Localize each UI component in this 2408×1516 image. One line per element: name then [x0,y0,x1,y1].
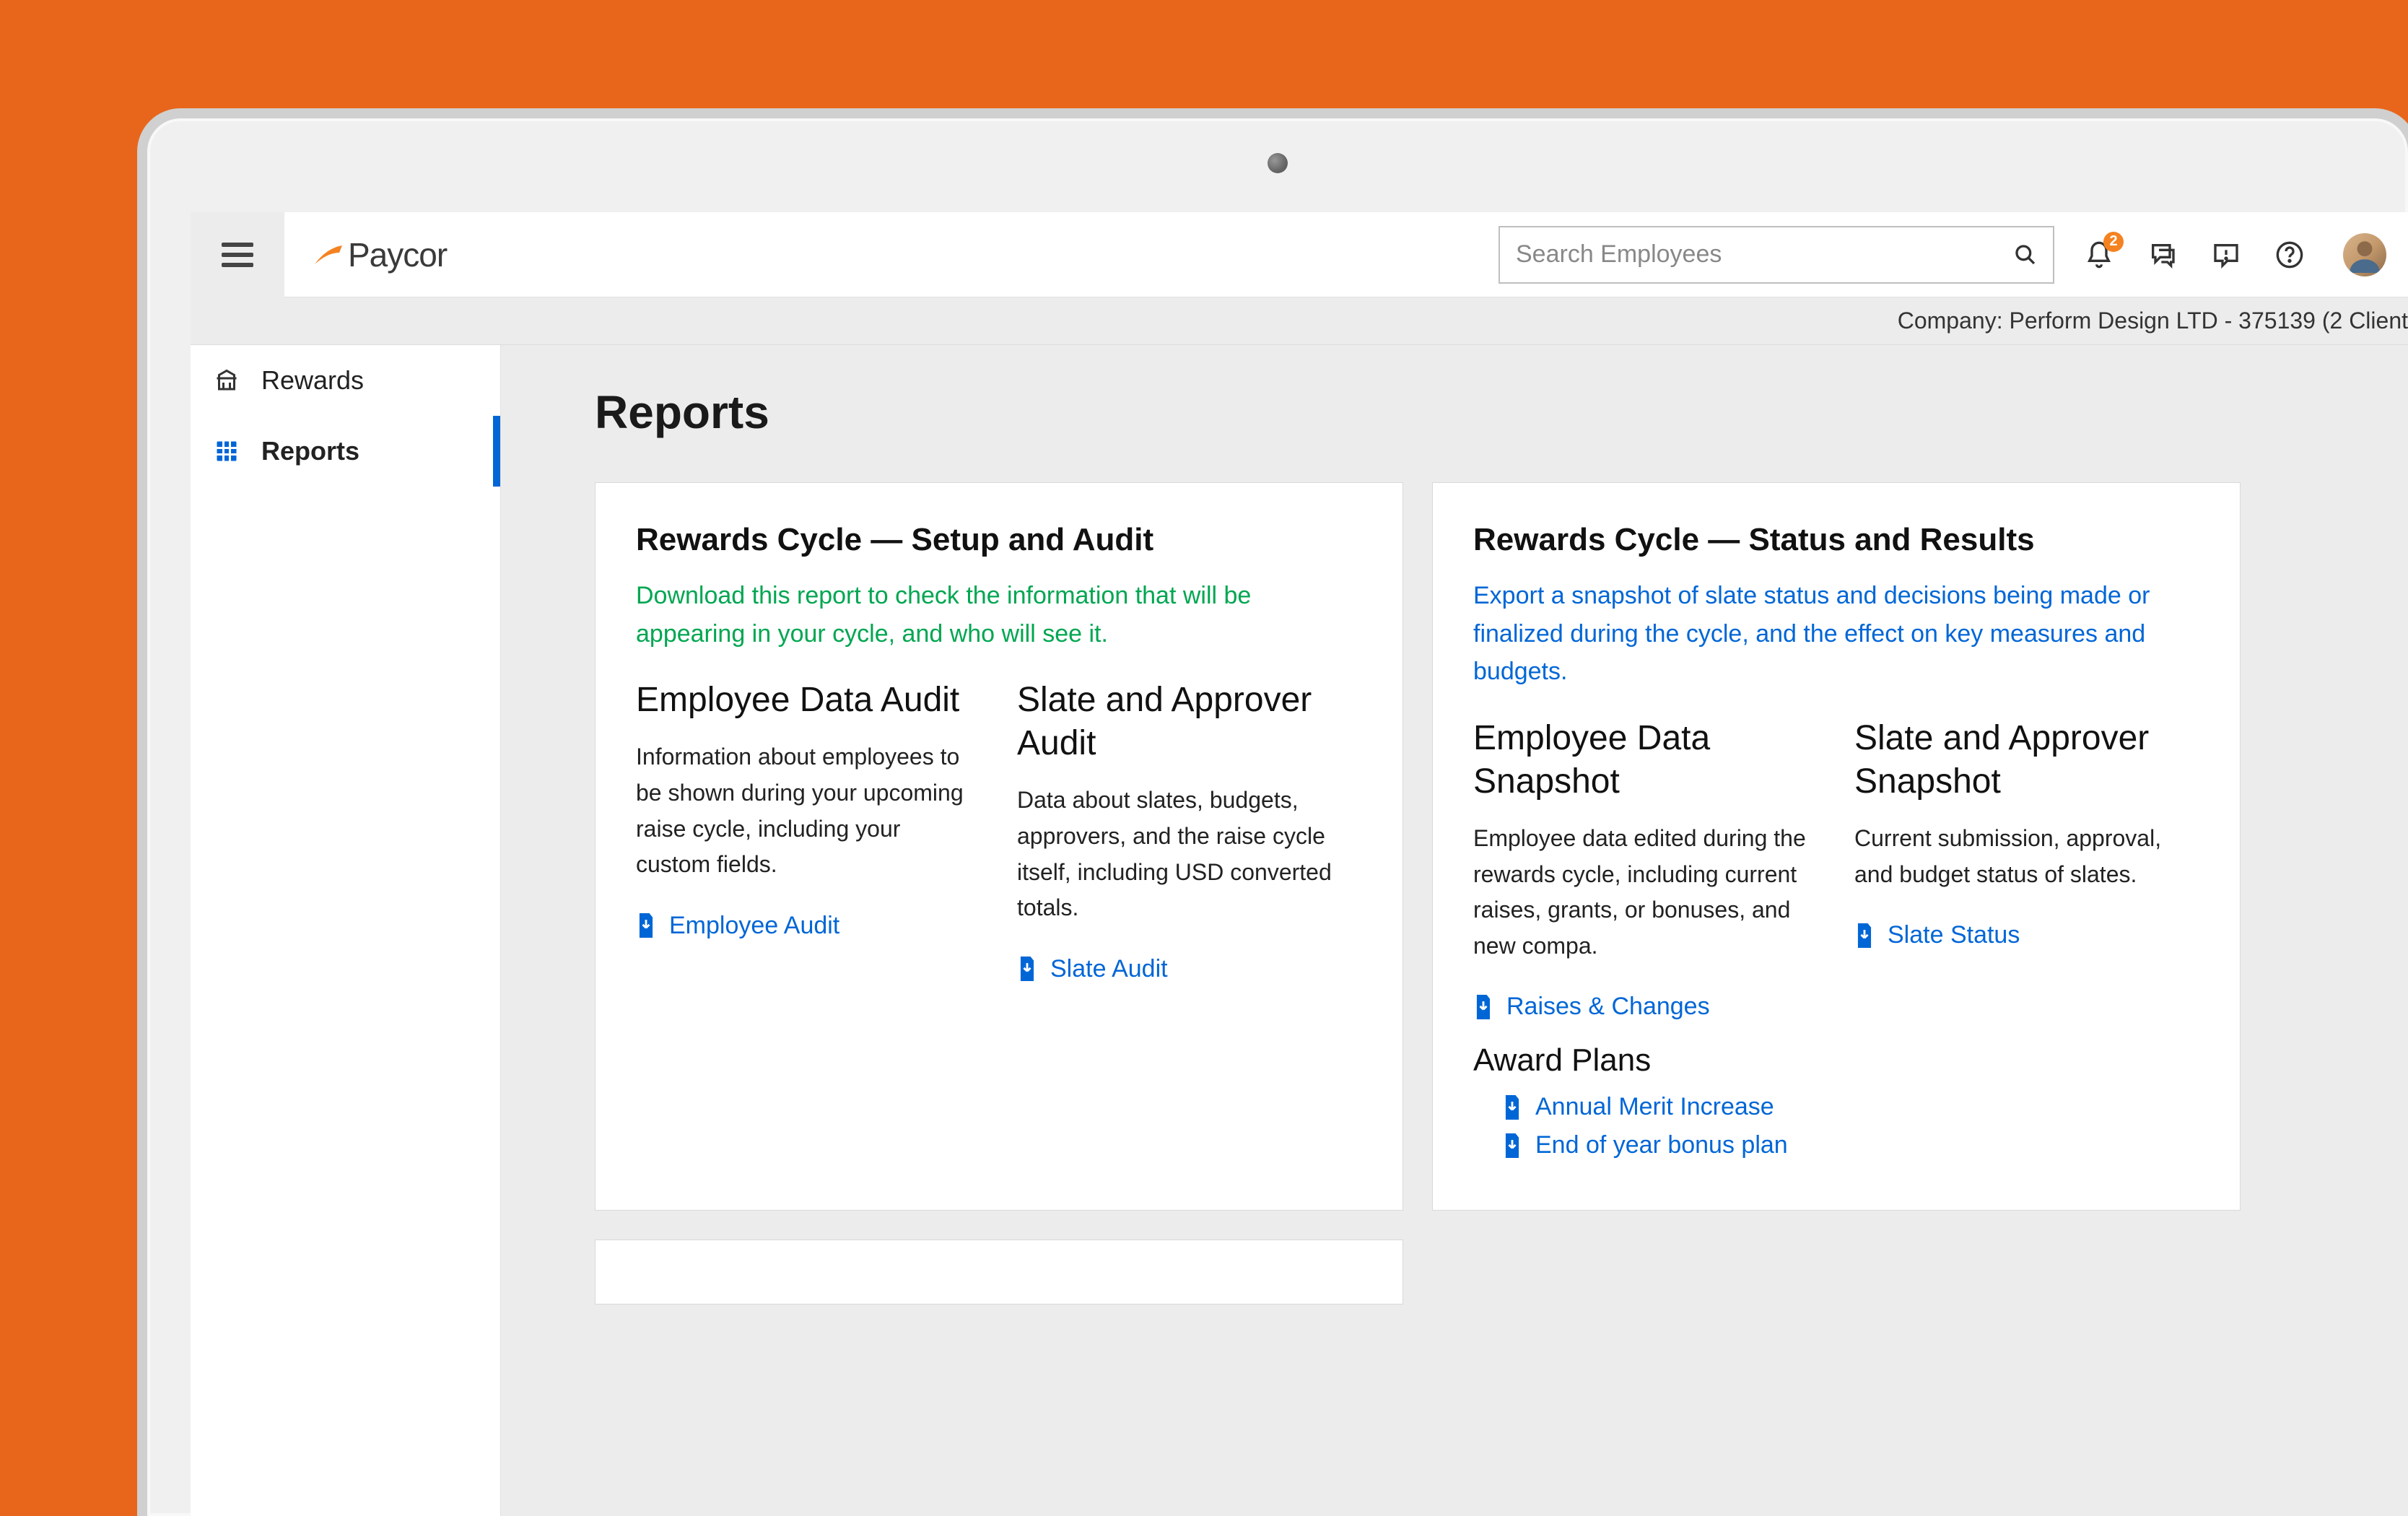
download-icon [1854,923,1875,948]
download-icon [1473,995,1493,1019]
col-employee-data-audit: Employee Data Audit Information about em… [636,679,981,993]
download-link-label: Slate Status [1888,921,2020,949]
download-icon [1017,957,1037,981]
notifications-button[interactable]: 2 [2082,238,2116,272]
card-stub [595,1240,1403,1304]
sidebar-item-rewards[interactable]: Rewards [191,345,500,416]
reports-icon [212,437,241,466]
company-strip: Company: Perform Design LTD - 375139 (2 … [191,297,2408,345]
menu-icon[interactable] [222,243,253,267]
col-body: Current submission, approval, and budget… [1854,821,2199,892]
messages-button[interactable] [2145,238,2180,272]
help-button[interactable] [2272,238,2307,272]
chat-icon [2148,240,2177,269]
download-icon [636,913,656,938]
download-raises-changes[interactable]: Raises & Changes [1473,993,1818,1021]
col-slate-approver-audit: Slate and Approver Audit Data about slat… [1017,679,1362,993]
col-body: Data about slates, budgets, approvers, a… [1017,783,1362,925]
sidebar-item-reports[interactable]: Reports [191,416,500,487]
hamburger-wrap [191,212,284,297]
search-input[interactable] [1516,240,2014,269]
card-title: Rewards Cycle — Setup and Audit [636,522,1362,558]
sidebar: Rewards Reports [191,345,501,1516]
device-frame: Paycor 2 [137,108,2408,1516]
col-body: Employee data edited during the rewards … [1473,821,1818,964]
download-link-label: Employee Audit [669,912,839,940]
download-link-label: End of year bonus plan [1535,1131,1788,1159]
content: Reports Rewards Cycle — Setup and Audit … [501,345,2408,1516]
download-slate-status[interactable]: Slate Status [1854,921,2199,949]
topbar: Paycor 2 [191,212,2408,297]
download-icon [1502,1095,1522,1120]
card-setup-audit: Rewards Cycle — Setup and Audit Download… [595,482,1403,1211]
col-heading: Employee Data Snapshot [1473,717,1818,803]
camera-dot [1268,153,1288,173]
col-heading: Slate and Approver Audit [1017,679,1362,765]
alert-chat-icon [2212,240,2241,269]
sidebar-item-label: Rewards [261,365,364,396]
download-link-label: Raises & Changes [1506,993,1710,1021]
app-screen: Paycor 2 [191,212,2408,1516]
col-heading: Employee Data Audit [636,679,981,722]
card-columns: Employee Data Audit Information about em… [636,679,1362,993]
top-icons: 2 [2069,233,2408,276]
card-subtitle: Download this report to check the inform… [636,577,1362,653]
page-title: Reports [595,385,2314,439]
logo-text: Paycor [348,235,447,274]
card-columns: Employee Data Snapshot Employee data edi… [1473,717,2199,1169]
logo-swoosh-icon [313,243,344,267]
award-plans-title: Award Plans [1473,1042,1818,1079]
avatar[interactable] [2343,233,2386,276]
sidebar-item-label: Reports [261,436,359,466]
download-slate-audit[interactable]: Slate Audit [1017,955,1362,983]
download-link-label: Annual Merit Increase [1535,1093,1774,1121]
award-plan-links: Annual Merit Increase End of year bonus … [1473,1093,1818,1159]
col-slate-approver-snapshot: Slate and Approver Snapshot Current subm… [1854,717,2199,1169]
rewards-icon [212,366,241,395]
search-box[interactable] [1499,226,2054,284]
cards-row: Rewards Cycle — Setup and Audit Download… [595,482,2314,1211]
alerts-button[interactable] [2209,238,2243,272]
col-heading: Slate and Approver Snapshot [1854,717,2199,803]
body-area: Rewards Reports Reports [191,345,2408,1516]
card-title: Rewards Cycle — Status and Results [1473,522,2199,558]
notification-badge: 2 [2103,232,2124,252]
avatar-image [2347,237,2383,273]
download-employee-audit[interactable]: Employee Audit [636,912,981,940]
download-icon [1502,1133,1522,1158]
card-status-results: Rewards Cycle — Status and Results Expor… [1432,482,2241,1211]
search-icon [2014,243,2037,266]
logo[interactable]: Paycor [313,235,447,274]
col-employee-data-snapshot: Employee Data Snapshot Employee data edi… [1473,717,1818,1169]
help-icon [2275,240,2304,269]
company-label: Company: Perform Design LTD - 375139 (2 … [1898,308,2408,334]
download-annual-merit[interactable]: Annual Merit Increase [1502,1093,1818,1121]
download-eoy-bonus[interactable]: End of year bonus plan [1502,1131,1818,1159]
card-subtitle: Export a snapshot of slate status and de… [1473,577,2199,691]
col-body: Information about employees to be shown … [636,739,981,882]
download-link-label: Slate Audit [1050,955,1168,983]
